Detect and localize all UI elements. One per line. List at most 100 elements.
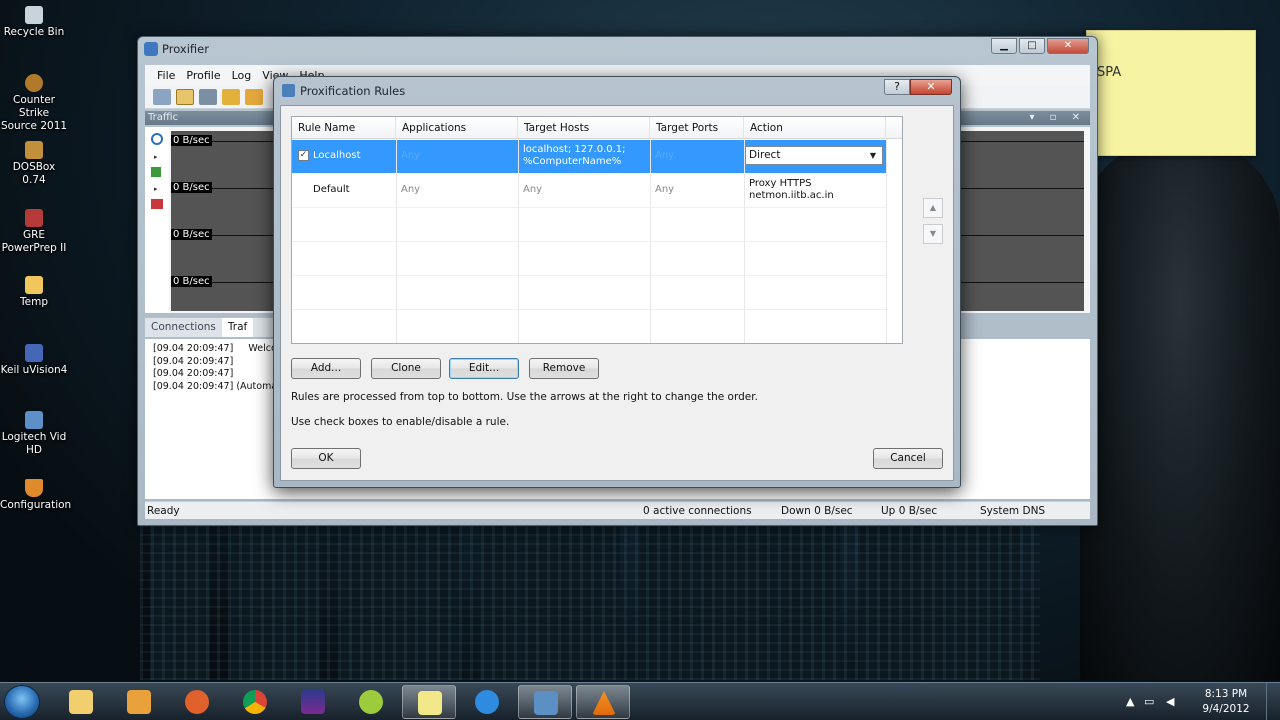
tray-expand-icon[interactable]: ▲	[1126, 695, 1134, 708]
proxy-servers-icon[interactable]	[153, 88, 171, 105]
remove-rule-button[interactable]: Remove	[529, 358, 599, 379]
target-ports-cell: Any	[655, 184, 675, 195]
folder-icon	[69, 690, 93, 714]
sticky-note-text: SPA	[1097, 65, 1122, 80]
rules-table-header: Rule Name Applications Target Hosts Targ…	[292, 117, 902, 139]
logitech-icon	[25, 411, 43, 429]
clock-date: 9/4/2012	[1202, 703, 1250, 715]
column-target-ports[interactable]: Target Ports	[650, 117, 744, 139]
status-down: Down 0 B/sec	[781, 505, 853, 517]
open-profile-icon[interactable]	[245, 88, 263, 105]
dialog-close-button[interactable]: ✕	[910, 79, 952, 95]
name-resolution-icon[interactable]	[199, 88, 217, 105]
taskbar-internet-explorer[interactable]	[460, 685, 514, 719]
keil-icon	[25, 344, 43, 362]
delete-icon	[151, 199, 163, 209]
desktop-icon-temp[interactable]: Temp	[0, 276, 68, 309]
rate-label: 0 B/sec	[171, 135, 212, 146]
network-tray-icon[interactable]: ▭	[1144, 695, 1154, 708]
dosbox-icon	[25, 141, 43, 159]
arrow-icon: ▸	[154, 153, 158, 161]
taskbar-explorer[interactable]	[54, 685, 108, 719]
tab-connections[interactable]: Connections	[145, 318, 222, 337]
add-rule-button[interactable]: Add...	[291, 358, 361, 379]
batman-figure	[1080, 140, 1280, 680]
status-up: Up 0 B/sec	[881, 505, 938, 517]
cancel-button[interactable]: Cancel	[873, 448, 943, 469]
menu-profile[interactable]: Profile	[186, 69, 220, 82]
menu-file[interactable]: File	[157, 69, 175, 82]
configuration-icon	[25, 479, 43, 497]
caption-buttons: ▁ □ ✕	[989, 38, 1089, 54]
clock[interactable]: 8:13 PM 9/4/2012	[1196, 687, 1256, 717]
rules-order-note: Rules are processed from top to bottom. …	[291, 391, 758, 403]
desktop-icon-keil[interactable]: Keil uVision4	[0, 344, 68, 377]
proxifier-icon	[144, 42, 158, 56]
taskbar-media-player[interactable]	[112, 685, 166, 719]
tab-traffic[interactable]: Traf	[221, 318, 254, 337]
action-select[interactable]: Direct ▼	[745, 146, 883, 165]
desktop-icon-dosbox[interactable]: DOSBox 0.74	[0, 141, 68, 187]
clone-rule-button[interactable]: Clone	[371, 358, 441, 379]
column-applications[interactable]: Applications	[396, 117, 518, 139]
gre-icon	[25, 209, 43, 227]
desktop-icon-counter-strike[interactable]: Counter Strike Source 2011	[0, 74, 68, 133]
winamp-icon	[301, 690, 325, 714]
status-ready: Ready	[147, 505, 180, 517]
folder-icon	[25, 276, 43, 294]
table-row[interactable]: ✓ Localhost Any localhost; 127.0.0.1; %C…	[292, 140, 886, 173]
taskbar-winamp[interactable]	[286, 685, 340, 719]
taskbar-chrome[interactable]	[228, 685, 282, 719]
desktop-icon-gre[interactable]: GRE PowerPrep II	[0, 209, 68, 255]
action-cell: Proxy HTTPS netmon.iitb.ac.in	[749, 178, 834, 201]
vlc-icon	[592, 691, 616, 715]
rate-label: 0 B/sec	[171, 229, 212, 240]
target-hosts-cell: localhost; 127.0.0.1; %ComputerName%	[523, 144, 626, 167]
firefox-icon	[185, 690, 209, 714]
messenger-icon	[359, 690, 383, 714]
move-down-button[interactable]: ▼	[923, 224, 943, 244]
maximize-button[interactable]: □	[1019, 38, 1045, 54]
volume-icon[interactable]: ◀	[1166, 695, 1174, 708]
column-action[interactable]: Action	[744, 117, 886, 139]
dialog-body: Rule Name Applications Target Hosts Targ…	[280, 105, 954, 481]
desktop-icon-logitech[interactable]: Logitech Vid HD	[0, 411, 68, 457]
taskbar-firefox[interactable]	[170, 685, 224, 719]
clock-time: 8:13 PM	[1204, 688, 1248, 700]
counter-strike-icon	[25, 74, 43, 92]
show-desktop-button[interactable]	[1266, 683, 1280, 720]
pane-controls[interactable]: ▾ ▫ ✕	[1029, 111, 1086, 125]
target-hosts-cell: Any	[523, 184, 543, 195]
new-profile-icon[interactable]	[222, 88, 240, 105]
rules-icon[interactable]	[176, 88, 194, 105]
table-row[interactable]: Default Any Any Any Proxy HTTPS netmon.i…	[292, 174, 886, 207]
recycle-bin-icon	[25, 6, 43, 24]
menu-log[interactable]: Log	[232, 69, 252, 82]
taskbar: ▲ ▭ ◀ 8:13 PM 9/4/2012	[0, 682, 1280, 720]
taskbar-messenger[interactable]	[344, 685, 398, 719]
dialog-title: Proxification Rules	[300, 84, 406, 98]
close-button[interactable]: ✕	[1047, 38, 1089, 54]
taskbar-proxifier[interactable]	[518, 685, 572, 719]
rate-label: 0 B/sec	[171, 182, 212, 193]
taskbar-vlc[interactable]	[576, 685, 630, 719]
column-rule-name[interactable]: Rule Name	[292, 117, 396, 139]
internet-explorer-icon	[475, 690, 499, 714]
edit-rule-button[interactable]: Edit...	[449, 358, 519, 379]
desktop-icon-configuration[interactable]: Configuration	[0, 479, 71, 512]
rate-label: 0 B/sec	[171, 276, 212, 287]
move-up-button[interactable]: ▲	[923, 198, 943, 218]
applications-cell: Any	[401, 150, 421, 161]
help-button[interactable]: ?	[884, 79, 910, 95]
start-button[interactable]	[4, 685, 40, 719]
minimize-button[interactable]: ▁	[991, 38, 1017, 54]
taskbar-sticky-notes[interactable]	[402, 685, 456, 719]
main-window-title: Proxifier	[162, 42, 209, 56]
column-target-hosts[interactable]: Target Hosts	[518, 117, 650, 139]
rule-name-cell: Default	[313, 184, 350, 195]
ok-button[interactable]: OK	[291, 448, 361, 469]
sticky-note[interactable]: SPA	[1086, 30, 1256, 156]
rules-table: Rule Name Applications Target Hosts Targ…	[291, 116, 903, 344]
desktop-icon-recycle-bin[interactable]: Recycle Bin	[0, 6, 68, 39]
clock-icon	[151, 133, 163, 145]
